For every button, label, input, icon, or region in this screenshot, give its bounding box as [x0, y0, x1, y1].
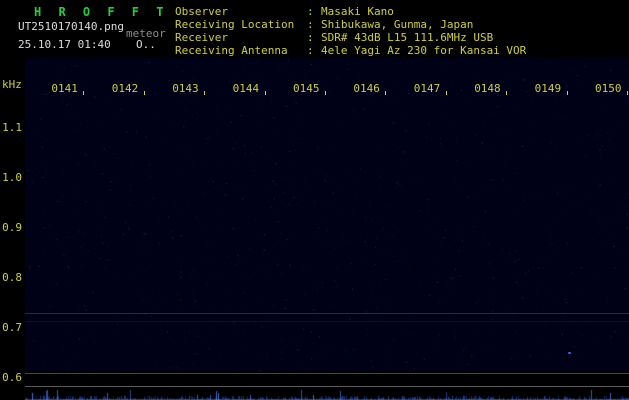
time-tick-mark: [264, 91, 266, 95]
noise-floor-canvas: [25, 388, 629, 400]
time-tick-label: 0144: [232, 82, 260, 95]
time-tick-mark: [325, 91, 326, 95]
time-tick-label: 0143: [172, 82, 199, 95]
time-tick-mark: [385, 91, 387, 95]
station-info-row: Receiver: SDR# 43dB L15 111.6MHz USB: [175, 31, 526, 44]
info-label: Receiver: [175, 31, 228, 44]
status-label: O..: [136, 38, 156, 51]
freq-tick-label: 1.0: [2, 171, 22, 184]
info-separator: :: [307, 31, 314, 44]
carrier-line: [25, 320, 629, 322]
app-title: H R O F F T: [34, 5, 169, 19]
time-tick-mark: [506, 91, 508, 95]
freq-tick-label: 1.1: [2, 121, 22, 134]
info-value: Masaki Kano: [321, 5, 394, 18]
info-value: SDR# 43dB L15 111.6MHz USB: [321, 31, 494, 44]
station-info-row: Receiving Antenna:4ele Yagi Az 230 for K…: [175, 44, 526, 57]
freq-tick-label: 0.7: [2, 321, 22, 334]
station-info-row: Receiving Location: Shibukawa, Gunma, Jap…: [175, 18, 526, 31]
time-tick-label: 0146: [353, 82, 380, 95]
info-label: Receiving Antenna: [175, 44, 288, 57]
freq-unit-label: kHz: [2, 78, 22, 91]
freq-tick-label: 0.9: [2, 221, 22, 234]
time-tick-mark: [566, 91, 568, 95]
meteor-echo-point: [567, 352, 571, 354]
info-label: Receiving Location: [175, 18, 295, 31]
station-info-row: Observer: Masaki Kano: [175, 5, 526, 18]
datetime-label: 25.10.17 01:40: [18, 38, 111, 51]
time-tick-mark: [204, 91, 206, 95]
freq-tick-label: 0.8: [2, 271, 22, 284]
time-tick-label: 0150: [595, 82, 622, 95]
signal-level-panel: [25, 372, 629, 400]
info-separator: :: [307, 44, 314, 57]
station-info: Observer: Masaki Kano Receiving Location: S…: [175, 5, 526, 57]
info-label: Observer: [175, 5, 228, 18]
time-tick-mark: [627, 91, 628, 95]
time-tick-mark: [143, 91, 145, 95]
level-reference-line-bottom: [25, 386, 629, 387]
time-tick-label: 0149: [534, 82, 562, 95]
time-tick-mark: [445, 91, 447, 95]
info-separator: :: [307, 18, 314, 31]
time-tick-label: 0147: [413, 82, 441, 95]
level-reference-line-top: [25, 373, 629, 374]
time-tick-mark: [83, 91, 85, 95]
carrier-line: [25, 313, 629, 314]
time-tick-label: 0141: [51, 82, 78, 95]
time-tick-label: 0145: [293, 82, 320, 95]
frequency-axis: kHz 1.1 1.0 0.9 0.8 0.7 0.6: [0, 58, 25, 400]
spectrogram-overlays: [25, 58, 629, 372]
freq-tick-label: 0.6: [2, 371, 22, 384]
time-tick-label: 0148: [474, 82, 501, 95]
time-tick-label: 0142: [111, 82, 139, 95]
output-filename: UT2510170140.png: [18, 20, 124, 33]
header: H R O F F T UT2510170140.png meteor 25.1…: [0, 0, 629, 58]
info-separator: :: [307, 5, 314, 18]
spectrogram-plot: 0141 0142 0143 0144 0145 0146 0147 0148 0149 0150: [25, 58, 629, 400]
hrofft-screen: H R O F F T UT2510170140.png meteor 25.1…: [0, 0, 629, 400]
info-value: 4ele Yagi Az 230 for Kansai VOR: [321, 44, 527, 57]
info-value: Shibukawa, Gunma, Japan: [321, 18, 474, 31]
